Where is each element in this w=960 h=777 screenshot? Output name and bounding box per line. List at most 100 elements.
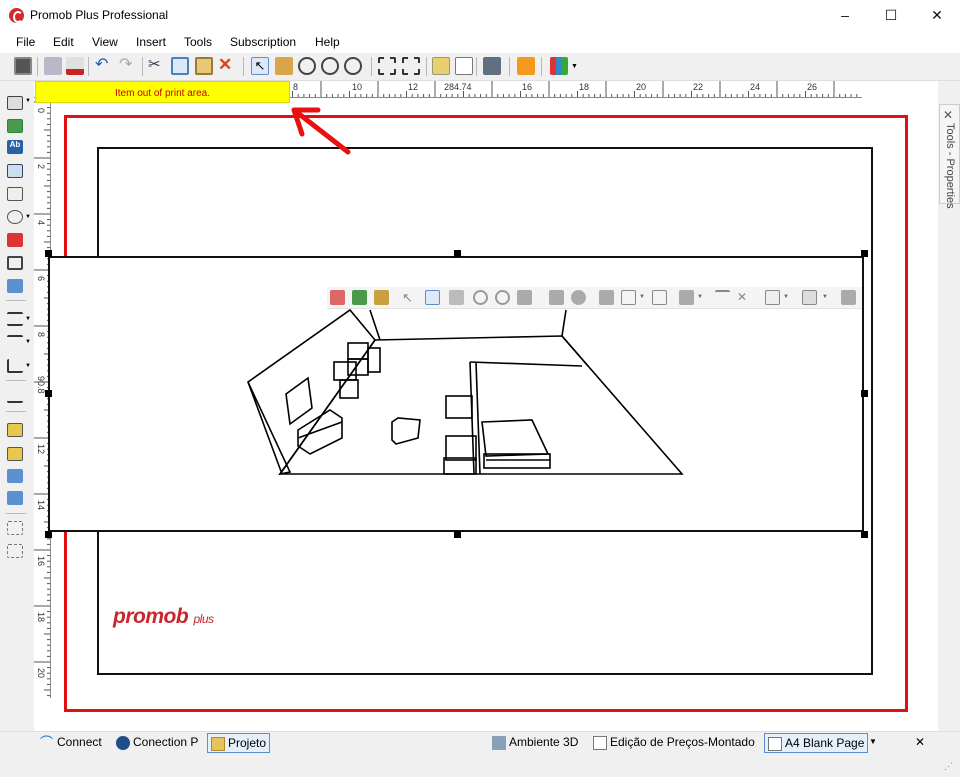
menu-view[interactable]: View — [92, 35, 118, 49]
redo-icon[interactable]: ↷ — [119, 57, 137, 75]
walk-icon[interactable] — [449, 290, 464, 305]
resize-handle[interactable] — [861, 531, 868, 538]
angle-tool-icon[interactable] — [7, 359, 23, 373]
chevron-down-icon[interactable]: ▼ — [697, 294, 703, 300]
resize-handle[interactable] — [454, 250, 461, 257]
chevron-down-icon[interactable]: ▼ — [25, 316, 31, 322]
send-back-icon[interactable] — [7, 447, 23, 461]
refresh-tool-icon[interactable] — [7, 279, 23, 293]
chevron-down-icon[interactable]: ▼ — [25, 214, 31, 220]
image-icon[interactable] — [432, 57, 450, 75]
box-icon[interactable] — [679, 290, 694, 305]
align-icon[interactable] — [7, 469, 23, 483]
color-icon[interactable] — [765, 290, 780, 305]
resize-handle[interactable] — [861, 390, 868, 397]
chevron-down-icon[interactable]: ▼ — [25, 98, 31, 104]
minimize-button[interactable]: – — [822, 0, 868, 31]
tab-edicao-de-precos[interactable]: Edição de Preços-Montado — [590, 733, 758, 753]
dimension-icon[interactable] — [715, 290, 730, 305]
resize-handle[interactable] — [45, 390, 52, 397]
pdf-icon[interactable] — [66, 57, 84, 75]
fit-page-icon[interactable] — [378, 57, 396, 75]
eye-icon[interactable] — [571, 290, 586, 305]
print-icon[interactable] — [44, 57, 62, 75]
pan-icon[interactable] — [517, 290, 532, 305]
orbit-icon[interactable] — [425, 290, 440, 305]
settings-icon[interactable] — [841, 290, 856, 305]
dimension-tool-icon[interactable] — [7, 312, 23, 326]
tab-label: Ambiente 3D — [509, 735, 579, 749]
close-button[interactable]: ✕ — [914, 0, 960, 31]
menu-tools[interactable]: Tools — [184, 35, 212, 49]
chevron-down-icon[interactable]: ▼ — [25, 339, 31, 345]
tools-properties-tab[interactable]: ✕ Tools - Properties — [939, 104, 960, 209]
tab-ambiente-3d[interactable]: Ambiente 3D — [489, 733, 581, 753]
zoom-window-icon[interactable] — [344, 57, 362, 75]
measure-tool-icon[interactable] — [7, 389, 23, 403]
menu-help[interactable]: Help — [315, 35, 340, 49]
group-icon[interactable] — [7, 521, 23, 535]
edit-view-icon[interactable] — [330, 290, 345, 305]
zoom-in-icon[interactable] — [473, 290, 488, 305]
ruler-number: 0 — [36, 108, 46, 114]
list-tool-icon[interactable] — [7, 187, 23, 201]
menu-file[interactable]: File — [16, 35, 35, 49]
layers-icon[interactable] — [549, 290, 564, 305]
palette-dropdown-icon[interactable]: ▼ — [571, 63, 578, 70]
panel-icon[interactable] — [802, 290, 817, 305]
zoom-out-icon[interactable] — [321, 57, 339, 75]
user-icon[interactable] — [517, 57, 535, 75]
chevron-down-icon[interactable]: ▼ — [639, 294, 645, 300]
distribute-icon[interactable] — [7, 491, 23, 505]
page-icon[interactable] — [455, 57, 473, 75]
tab-conection-p[interactable]: Conection P — [113, 733, 201, 753]
zoom-out-icon[interactable] — [495, 290, 510, 305]
image-tool-icon[interactable] — [7, 119, 23, 133]
symbol-tool-icon[interactable] — [7, 164, 23, 178]
paste-icon[interactable] — [195, 57, 213, 75]
pan-icon[interactable] — [275, 57, 293, 75]
palette-icon[interactable] — [550, 57, 568, 75]
tab-a4-blank-page[interactable]: A4 Blank Page — [764, 733, 869, 753]
ungroup-icon[interactable] — [7, 544, 23, 558]
chevron-down-icon[interactable]: ▼ — [783, 294, 789, 300]
resize-grip-icon[interactable]: ⋰ — [944, 761, 953, 772]
menu-insert[interactable]: Insert — [136, 35, 166, 49]
text-tool-icon[interactable]: Ab — [7, 140, 23, 154]
tab-close-button[interactable]: ✕ — [915, 735, 925, 749]
remove-dimension-icon[interactable]: ✕ — [737, 290, 752, 305]
select-icon[interactable]: ↖ — [251, 57, 269, 75]
resize-handle[interactable] — [861, 250, 868, 257]
refresh-view-icon[interactable] — [352, 290, 367, 305]
resize-handle[interactable] — [45, 531, 52, 538]
copy-icon[interactable] — [171, 57, 189, 75]
maximize-button[interactable]: ☐ — [868, 0, 914, 31]
properties-icon[interactable] — [483, 57, 501, 75]
rectangle-tool-icon[interactable] — [7, 96, 23, 110]
tab-connect[interactable]: ⌒ Connect — [37, 733, 105, 753]
3d-view-tool-icon[interactable] — [7, 233, 23, 247]
chevron-down-icon[interactable]: ▼ — [822, 294, 828, 300]
dimension-chain-tool-icon[interactable] — [7, 335, 23, 349]
view-tool-icon[interactable] — [7, 210, 23, 224]
render-icon[interactable] — [599, 290, 614, 305]
tab-list-dropdown-icon[interactable]: ▼ — [869, 737, 877, 746]
resize-handle[interactable] — [454, 531, 461, 538]
fit-area-icon[interactable] — [402, 57, 420, 75]
bring-front-icon[interactable] — [7, 423, 23, 437]
lock-view-icon[interactable] — [374, 290, 389, 305]
zoom-in-icon[interactable] — [298, 57, 316, 75]
tab-projeto[interactable]: Projeto — [207, 733, 271, 753]
frame-icon[interactable] — [652, 290, 667, 305]
resize-handle[interactable] — [45, 250, 52, 257]
cut-icon[interactable]: ✂ — [148, 57, 166, 75]
frame-tool-icon[interactable] — [7, 256, 23, 270]
view-cube-icon[interactable] — [621, 290, 636, 305]
menu-subscription[interactable]: Subscription — [230, 35, 296, 49]
chevron-down-icon[interactable]: ▼ — [25, 363, 31, 369]
save-icon[interactable] — [14, 57, 32, 75]
delete-icon[interactable]: ✕ — [218, 56, 236, 75]
select-icon[interactable]: ↖ — [402, 290, 417, 305]
undo-icon[interactable]: ↶ — [95, 57, 113, 75]
menu-edit[interactable]: Edit — [53, 35, 74, 49]
